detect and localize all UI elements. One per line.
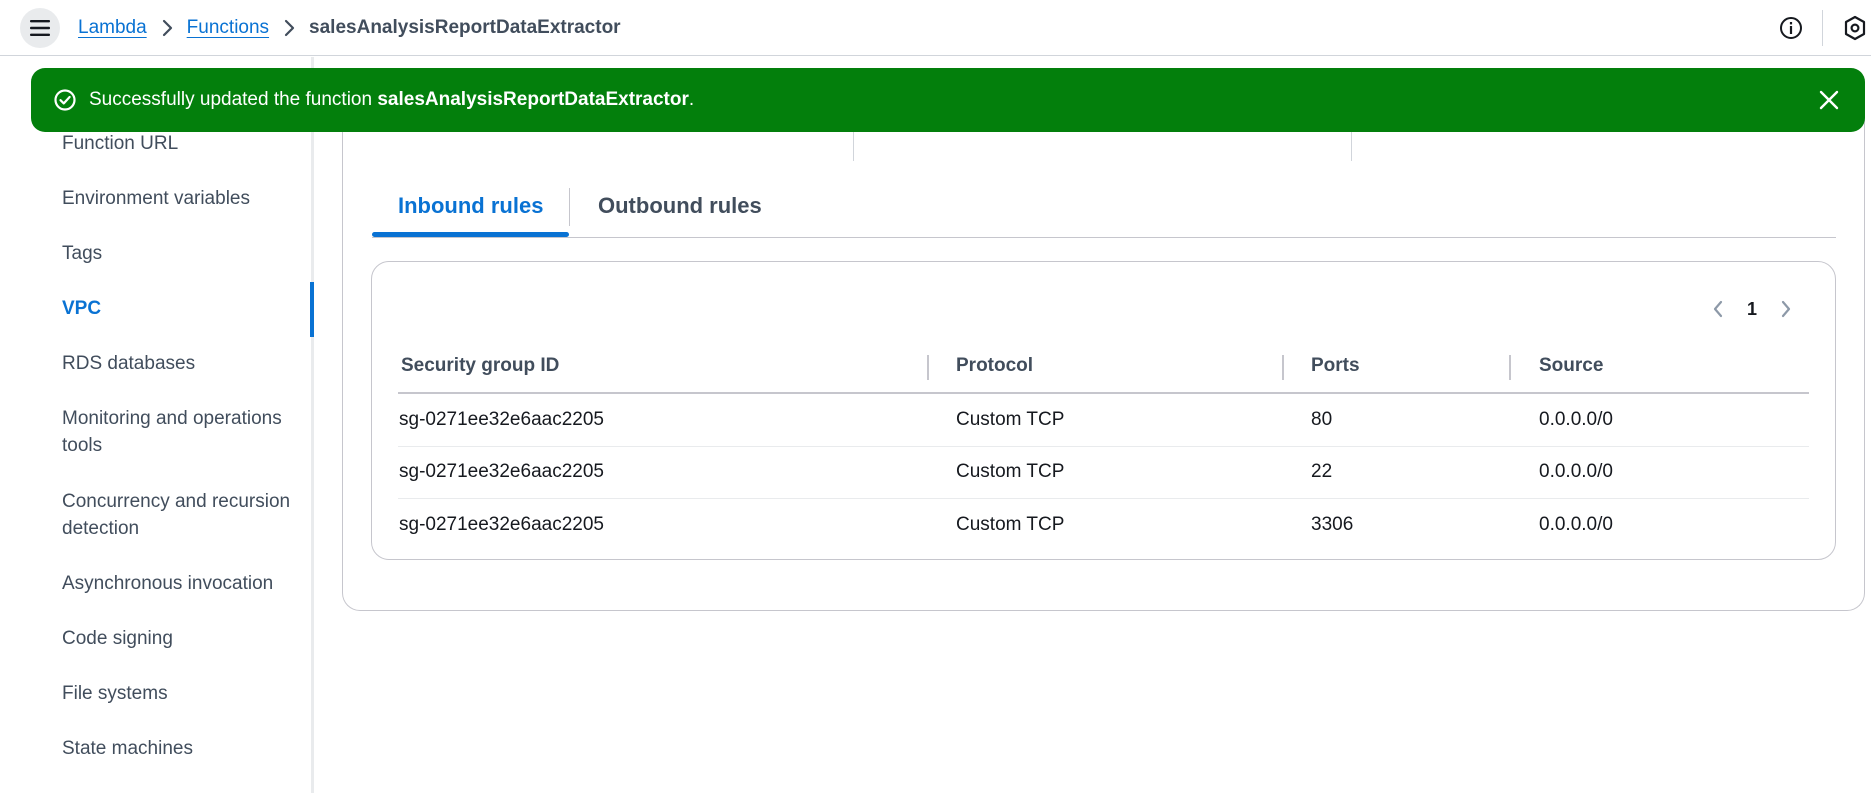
sidebar-item-async-invocation[interactable]: Asynchronous invocation — [62, 570, 302, 597]
table-cell-security-group-id: sg-0271ee32e6aac2205 — [399, 461, 604, 482]
check-circle-icon — [53, 88, 77, 112]
breadcrumb-current-function: salesAnalysisReportDataExtractor — [309, 17, 621, 38]
flash-message-prefix: Successfully updated the function — [89, 89, 378, 110]
tab-outbound-rules[interactable]: Outbound rules — [598, 180, 762, 232]
flash-message: Successfully updated the function salesA… — [89, 89, 694, 111]
table-header-divider — [398, 392, 1809, 394]
table-cell-ports: 22 — [1311, 461, 1333, 482]
breadcrumb-lambda-link[interactable]: Lambda — [78, 17, 147, 39]
close-icon[interactable] — [1815, 86, 1843, 114]
column-header-security-group-id[interactable]: Security group ID — [401, 355, 559, 377]
sidebar-item-code-signing[interactable]: Code signing — [62, 625, 302, 652]
table-cell-source: 0.0.0.0/0 — [1539, 514, 1613, 535]
chevron-right-icon — [161, 19, 173, 37]
sidebar-item-function-url[interactable]: Function URL — [62, 130, 302, 157]
sidebar-item-file-systems[interactable]: File systems — [62, 680, 302, 707]
sidebar-item-concurrency[interactable]: Concurrency and recursion detection — [62, 488, 302, 542]
success-flash-banner: Successfully updated the function salesA… — [31, 68, 1865, 132]
page-number-current[interactable]: 1 — [1736, 299, 1768, 320]
active-tab-indicator — [372, 232, 569, 237]
sidebar-item-monitoring[interactable]: Monitoring and operations tools — [62, 405, 302, 459]
table-cell-source: 0.0.0.0/0 — [1539, 409, 1613, 430]
hamburger-menu-icon[interactable] — [20, 8, 60, 48]
breadcrumb-functions-link[interactable]: Functions — [187, 17, 269, 39]
table-row-divider — [398, 498, 1809, 499]
sidebar-item-tags[interactable]: Tags — [62, 240, 302, 267]
tab-inbound-rules[interactable]: Inbound rules — [398, 180, 543, 232]
sidebar-active-indicator — [310, 282, 314, 337]
column-resizer[interactable] — [1282, 355, 1284, 380]
column-resizer[interactable] — [1509, 355, 1511, 380]
column-header-source[interactable]: Source — [1539, 355, 1603, 377]
sidebar-divider — [311, 57, 314, 793]
table-row-divider — [398, 446, 1809, 447]
table-cell-ports: 80 — [1311, 409, 1333, 430]
table-cell-security-group-id: sg-0271ee32e6aac2205 — [399, 409, 604, 430]
pagination: 1 — [1700, 294, 1804, 324]
tab-separator — [569, 188, 570, 226]
sidebar-item-rds-databases[interactable]: RDS databases — [62, 350, 302, 377]
sidebar-item-vpc[interactable]: VPC — [62, 295, 302, 322]
column-header-ports[interactable]: Ports — [1311, 355, 1360, 377]
sidebar-item-state-machines[interactable]: State machines — [62, 735, 302, 762]
info-icon[interactable] — [1776, 13, 1806, 43]
chevron-right-icon[interactable] — [1768, 294, 1804, 324]
table-cell-security-group-id: sg-0271ee32e6aac2205 — [399, 514, 604, 535]
table-cell-ports: 3306 — [1311, 514, 1354, 535]
chevron-right-icon — [283, 19, 295, 37]
breadcrumb: Lambda Functions salesAnalysisReportData… — [78, 14, 621, 42]
flash-function-name: salesAnalysisReportDataExtractor — [377, 89, 689, 110]
sidebar-item-environment-variables[interactable]: Environment variables — [62, 185, 302, 212]
table-cell-protocol: Custom TCP — [956, 514, 1065, 535]
hexagon-settings-icon[interactable] — [1840, 12, 1870, 44]
chevron-left-icon[interactable] — [1700, 294, 1736, 324]
rules-tabs — [372, 186, 1836, 238]
table-cell-protocol: Custom TCP — [956, 461, 1065, 482]
column-resizer[interactable] — [927, 355, 929, 380]
toolbar-divider — [1822, 10, 1823, 46]
table-cell-source: 0.0.0.0/0 — [1539, 461, 1613, 482]
table-cell-protocol: Custom TCP — [956, 409, 1065, 430]
column-header-protocol[interactable]: Protocol — [956, 355, 1033, 377]
flash-message-suffix: . — [688, 89, 695, 110]
top-navigation-bar: Lambda Functions salesAnalysisReportData… — [0, 0, 1871, 56]
